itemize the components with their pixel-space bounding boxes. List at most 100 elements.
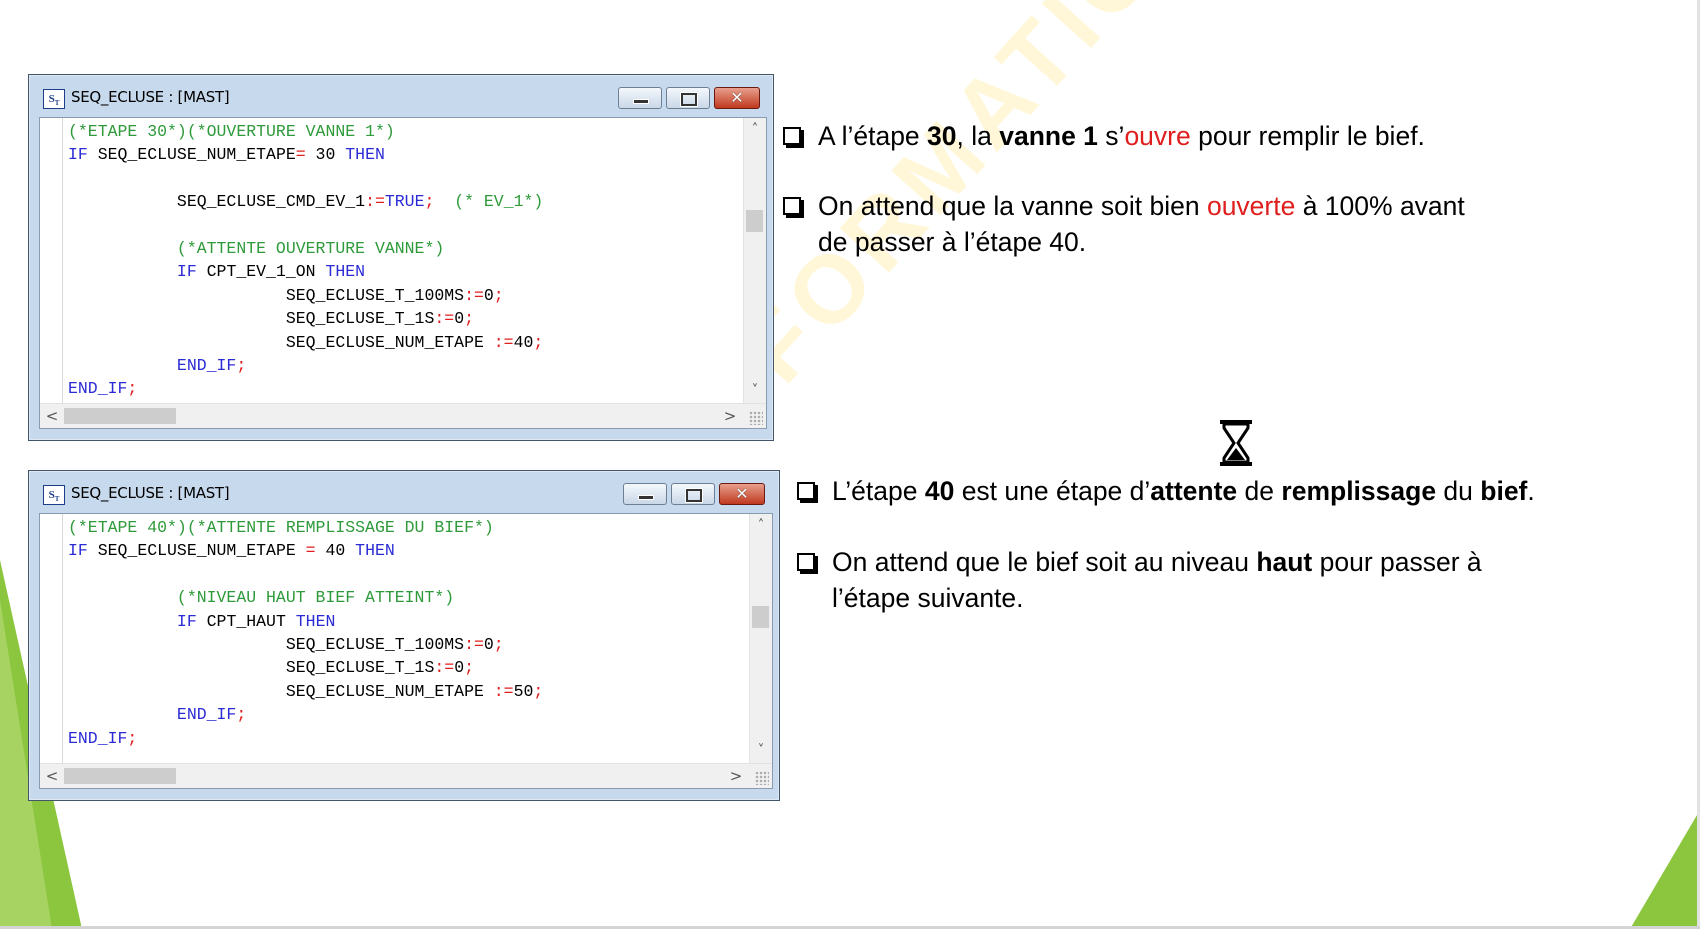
code-token: 0 xyxy=(454,309,465,329)
bullet-segment: l’étape suivante. xyxy=(832,583,1024,613)
code-line[interactable]: SEQ_ECLUSE_T_100MS:=0; xyxy=(68,284,543,307)
minimize-button[interactable] xyxy=(623,483,667,505)
code-token: ; xyxy=(533,681,544,701)
bullet-segment: pour remplir le bief. xyxy=(1190,121,1425,151)
bullet-segment: 30 xyxy=(927,121,957,151)
code-line[interactable]: END_IF; xyxy=(68,703,543,726)
bullet-line: A l’étape 30, la vanne 1 s’ouvre pour re… xyxy=(818,118,1425,154)
code-token: = xyxy=(305,541,316,561)
code-line[interactable] xyxy=(68,167,543,190)
close-icon: ✕ xyxy=(730,88,744,107)
code-line[interactable]: (*ETAPE 30*)(*OUVERTURE VANNE 1*) xyxy=(68,120,543,143)
code-token: SEQ_ECLUSE_T_1S xyxy=(68,309,435,329)
code-token: THEN xyxy=(355,541,395,561)
code-window-step-40[interactable]: ST SEQ_ECLUSE : [MAST] ✕ (*ETAPE 40*)(*A… xyxy=(28,470,780,801)
code-token: ; xyxy=(493,285,504,305)
code-token: (* EV_1*) xyxy=(434,192,544,212)
scroll-left-icon[interactable]: < xyxy=(42,404,62,428)
maximize-button[interactable] xyxy=(666,87,710,109)
scroll-up-icon[interactable]: ˄ xyxy=(750,516,772,536)
code-line[interactable]: SEQ_ECLUSE_CMD_EV_1:=TRUE; (* EV_1*) xyxy=(68,190,543,213)
code-line[interactable] xyxy=(68,563,543,586)
horizontal-scroll-thumb[interactable] xyxy=(64,768,176,784)
code-line[interactable]: IF SEQ_ECLUSE_NUM_ETAPE= 30 THEN xyxy=(68,143,543,166)
code-line[interactable]: (*ETAPE 40*)(*ATTENTE REMPLISSAGE DU BIE… xyxy=(68,516,543,539)
code-line[interactable]: IF SEQ_ECLUSE_NUM_ETAPE = 40 THEN xyxy=(68,539,543,562)
code-token: 40 xyxy=(315,541,356,561)
code-line[interactable]: SEQ_ECLUSE_NUM_ETAPE :=50; xyxy=(68,680,543,703)
code-token: END_IF xyxy=(68,379,128,399)
code-line[interactable]: SEQ_ECLUSE_NUM_ETAPE :=40; xyxy=(68,331,543,354)
bullet-segment: bief xyxy=(1480,476,1528,506)
code-editor[interactable]: (*ETAPE 40*)(*ATTENTE REMPLISSAGE DU BIE… xyxy=(39,513,773,789)
bullet-segment: de passer à l’étape 40. xyxy=(818,227,1087,257)
code-token: ; xyxy=(236,356,247,376)
close-button[interactable]: ✕ xyxy=(714,87,760,109)
code-text[interactable]: (*ETAPE 40*)(*ATTENTE REMPLISSAGE DU BIE… xyxy=(68,516,543,750)
code-token: ; xyxy=(127,728,138,748)
code-line[interactable]: (*ATTENTE OUVERTURE VANNE*) xyxy=(68,237,543,260)
bullet-text: On attend que le bief soit au niveau hau… xyxy=(832,544,1482,616)
scroll-down-icon[interactable]: ˅ xyxy=(750,741,772,761)
horizontal-scrollbar[interactable]: < > xyxy=(40,763,772,788)
checkbox-bullet-icon xyxy=(783,127,801,145)
maximize-button[interactable] xyxy=(671,483,715,505)
vertical-scroll-thumb[interactable] xyxy=(752,606,769,628)
code-token: TRUE xyxy=(384,192,425,212)
code-token: CPT_HAUT xyxy=(196,611,296,631)
bullet-text: L’étape 40 est une étape d’attente de re… xyxy=(832,473,1535,509)
horizontal-scroll-thumb[interactable] xyxy=(64,408,176,424)
code-token: := xyxy=(365,192,385,212)
code-line[interactable]: END_IF; xyxy=(68,377,543,400)
bullet-segment: du xyxy=(1436,476,1481,506)
code-token: := xyxy=(434,658,455,678)
scroll-right-icon[interactable]: > xyxy=(720,404,740,428)
bullet-segment: ouvre xyxy=(1124,121,1191,151)
code-line[interactable]: END_IF; xyxy=(68,354,543,377)
code-token: END_IF xyxy=(176,356,237,376)
resize-grip-icon[interactable] xyxy=(749,411,763,425)
window-titlebar[interactable]: ST SEQ_ECLUSE : [MAST] ✕ xyxy=(29,75,773,117)
code-token: 40 xyxy=(513,332,534,352)
code-line[interactable] xyxy=(68,214,543,237)
bullet-segment: remplissage xyxy=(1281,476,1437,506)
scroll-up-icon[interactable]: ˄ xyxy=(744,120,766,140)
code-token: CPT_EV_1_ON xyxy=(196,262,326,282)
scroll-down-icon[interactable]: ˅ xyxy=(744,381,766,401)
code-editor[interactable]: (*ETAPE 30*)(*OUVERTURE VANNE 1*) IF SEQ_… xyxy=(39,117,767,429)
code-token: ; xyxy=(464,309,474,329)
vertical-scroll-thumb[interactable] xyxy=(746,210,763,232)
resize-grip-icon[interactable] xyxy=(755,771,769,785)
code-token: SEQ_ECLUSE_NUM_ETAPE xyxy=(68,332,494,352)
code-line[interactable]: IF CPT_HAUT THEN xyxy=(68,610,543,633)
code-line[interactable]: SEQ_ECLUSE_T_1S:=0; xyxy=(68,656,543,679)
code-line[interactable]: SEQ_ECLUSE_T_100MS:=0; xyxy=(68,633,543,656)
close-button[interactable]: ✕ xyxy=(719,483,765,505)
horizontal-scrollbar[interactable]: < > xyxy=(40,403,766,428)
code-line[interactable]: (*NIVEAU HAUT BIEF ATTEINT*) xyxy=(68,586,543,609)
code-token: (*ETAPE 30*)(*OUVERTURE VANNE 1*) xyxy=(68,122,395,141)
vertical-scrollbar[interactable]: ˄ ˅ xyxy=(749,514,772,763)
bullet-line: On attend que la vanne soit bien ouverte… xyxy=(818,188,1465,224)
bullet-segment: à 100% avant xyxy=(1295,191,1465,221)
code-token: := xyxy=(434,309,455,329)
bullet-segment: 40 xyxy=(924,476,955,506)
code-token: (*ETAPE 40*)(*ATTENTE REMPLISSAGE DU BIE… xyxy=(68,518,494,537)
scroll-right-icon[interactable]: > xyxy=(726,764,746,788)
vertical-scrollbar[interactable]: ˄ ˅ xyxy=(743,118,766,403)
minimize-button[interactable] xyxy=(618,87,662,109)
code-line[interactable]: END_IF; xyxy=(68,727,543,750)
code-token: SEQ_ECLUSE_CMD_EV_1 xyxy=(68,192,366,212)
maximize-icon xyxy=(686,489,702,502)
scroll-left-icon[interactable]: < xyxy=(42,764,62,788)
code-window-step-30[interactable]: ST SEQ_ECLUSE : [MAST] ✕ (*ETAPE 30*)(*O… xyxy=(28,74,774,441)
code-token: IF xyxy=(68,541,88,561)
code-token: 0 xyxy=(483,285,494,305)
code-line[interactable]: SEQ_ECLUSE_T_1S:=0; xyxy=(68,307,543,330)
code-token: IF xyxy=(176,262,197,282)
code-line[interactable]: IF CPT_EV_1_ON THEN xyxy=(68,260,543,283)
code-text[interactable]: (*ETAPE 30*)(*OUVERTURE VANNE 1*) IF SEQ_… xyxy=(68,120,543,401)
window-titlebar[interactable]: ST SEQ_ECLUSE : [MAST] ✕ xyxy=(29,471,779,513)
